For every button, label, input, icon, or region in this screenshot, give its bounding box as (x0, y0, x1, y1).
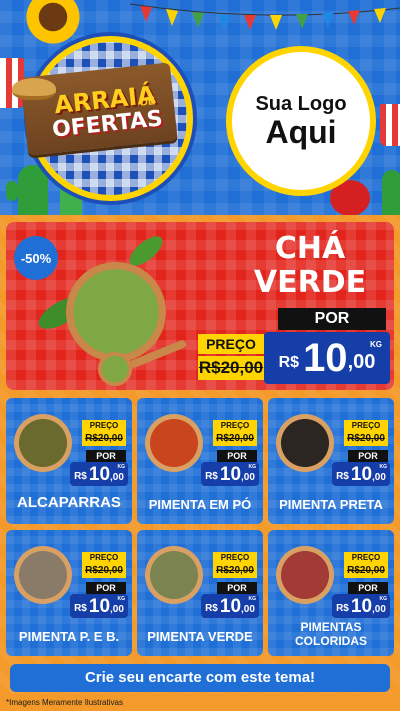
logo-text-line2: Aqui (265, 113, 337, 150)
popcorn-icon (380, 104, 400, 146)
price-decimal: ,00 (347, 351, 376, 373)
currency-symbol: R$ (278, 354, 300, 371)
por-label: POR (86, 582, 126, 594)
price-unit: KG (248, 596, 257, 602)
flyer-page: ARRAIÁ DE OFERTAS Sua Logo Aqui -50% CHÁ… (0, 0, 400, 711)
price-unit: KG (379, 464, 388, 470)
hero-product-name: CHÁ VERDE (240, 232, 380, 299)
old-price: R$20,00 (82, 432, 126, 446)
hero-new-price: R$ 10 ,00 KG (264, 332, 390, 384)
product-card[interactable]: PREÇO R$20,00 POR R$ 10 ,00 KG PIMENTAS … (268, 530, 394, 656)
product-name: PIMENTA VERDE (147, 629, 253, 644)
price-unit: KG (117, 464, 126, 470)
new-price: R$ 10 ,00 KG (201, 462, 259, 486)
create-flyer-button[interactable]: Crie seu encarte com este tema! (10, 664, 390, 692)
product-card[interactable]: PREÇO R$20,00 POR R$ 10 ,00 KG PIMENTA E… (137, 398, 263, 524)
cactus-icon (6, 165, 48, 215)
new-price: R$ 10 ,00 KG (332, 594, 390, 618)
product-card[interactable]: PREÇO R$20,00 POR R$ 10 ,00 KG PIMENTA P… (268, 398, 394, 524)
sunflower-icon (16, 0, 90, 54)
preco-label: PREÇO (82, 420, 126, 432)
old-price: R$20,00 (213, 432, 257, 446)
hero-title-line2: VERDE (253, 264, 367, 300)
preco-label: PREÇO (344, 420, 388, 432)
por-label: POR (348, 582, 388, 594)
price-unit: KG (379, 596, 388, 602)
old-price: R$20,00 (344, 564, 388, 578)
new-price: R$ 10 ,00 KG (70, 462, 128, 486)
logo-text-line1: Sua Logo (255, 92, 347, 115)
discount-badge: -50% (14, 236, 58, 280)
product-image (276, 546, 334, 604)
logo-placeholder[interactable]: Sua Logo Aqui (226, 46, 376, 196)
old-price: R$20,00 (344, 432, 388, 446)
product-name: PIMENTA PRETA (279, 497, 383, 512)
new-price: R$ 10 ,00 KG (332, 462, 390, 486)
currency-symbol: R$ (205, 471, 218, 482)
currency-symbol: R$ (336, 603, 349, 614)
price-unit: KG (370, 340, 382, 349)
por-label: POR (86, 450, 126, 462)
product-image (276, 414, 334, 472)
hero-title-line1: CHÁ (274, 231, 346, 266)
currency-symbol: R$ (74, 603, 87, 614)
header-banner: ARRAIÁ DE OFERTAS Sua Logo Aqui (0, 0, 400, 216)
green-tea-bowl-image (66, 262, 166, 362)
preco-label: PREÇO (82, 552, 126, 564)
product-name-line1: PIMENTAS (300, 620, 362, 634)
product-name: ALCAPARRAS (17, 494, 121, 511)
price-integer: 10 (350, 596, 373, 617)
hero-preco-label: PREÇO (198, 334, 264, 354)
product-name-line2: COLORIDAS (295, 634, 367, 648)
new-price: R$ 10 ,00 KG (201, 594, 259, 618)
price-integer: 10 (219, 596, 242, 617)
price-integer: 10 (350, 464, 373, 485)
old-price: R$20,00 (213, 564, 257, 578)
price-integer: 10 (88, 596, 111, 617)
price-unit: KG (248, 464, 257, 470)
product-name: PIMENTAS COLORIDAS (268, 620, 394, 648)
new-price: R$ 10 ,00 KG (70, 594, 128, 618)
product-name: PIMENTA P. E B. (18, 629, 120, 644)
price-decimal: ,00 (372, 604, 386, 615)
currency-symbol: R$ (336, 471, 349, 482)
product-image (145, 414, 203, 472)
product-image (145, 546, 203, 604)
currency-symbol: R$ (74, 471, 87, 482)
disclaimer: *Imagens Meramente Ilustrativas (6, 698, 123, 707)
price-unit: KG (117, 596, 126, 602)
old-price: R$20,00 (82, 564, 126, 578)
por-label: POR (217, 450, 257, 462)
straw-hat-icon (12, 78, 56, 100)
price-integer: 10 (88, 464, 111, 485)
product-card[interactable]: PREÇO R$20,00 POR R$ 10 ,00 KG PIMENTA V… (137, 530, 263, 656)
por-label: POR (217, 582, 257, 594)
price-integer: 10 (219, 464, 242, 485)
price-decimal: ,00 (241, 472, 255, 483)
product-image (14, 414, 72, 472)
preco-label: PREÇO (344, 552, 388, 564)
preco-label: PREÇO (213, 420, 257, 432)
hero-old-price: R$20,00 (198, 356, 264, 380)
cactus-icon (382, 170, 400, 215)
product-name: PIMENTA EM PÓ (148, 497, 252, 512)
por-label: POR (348, 450, 388, 462)
spoon-image (98, 352, 132, 386)
product-card[interactable]: PREÇO R$20,00 POR R$ 10 ,00 KG ALCAPARRA… (6, 398, 132, 524)
price-decimal: ,00 (110, 604, 124, 615)
hero-por-label: POR (278, 308, 386, 330)
price-decimal: ,00 (372, 472, 386, 483)
price-integer: 10 (303, 336, 348, 380)
price-decimal: ,00 (110, 472, 124, 483)
product-card[interactable]: PREÇO R$20,00 POR R$ 10 ,00 KG PIMENTA P… (6, 530, 132, 656)
price-decimal: ,00 (241, 604, 255, 615)
bunting-decoration (130, 3, 400, 30)
currency-symbol: R$ (205, 603, 218, 614)
product-image (14, 546, 72, 604)
preco-label: PREÇO (213, 552, 257, 564)
